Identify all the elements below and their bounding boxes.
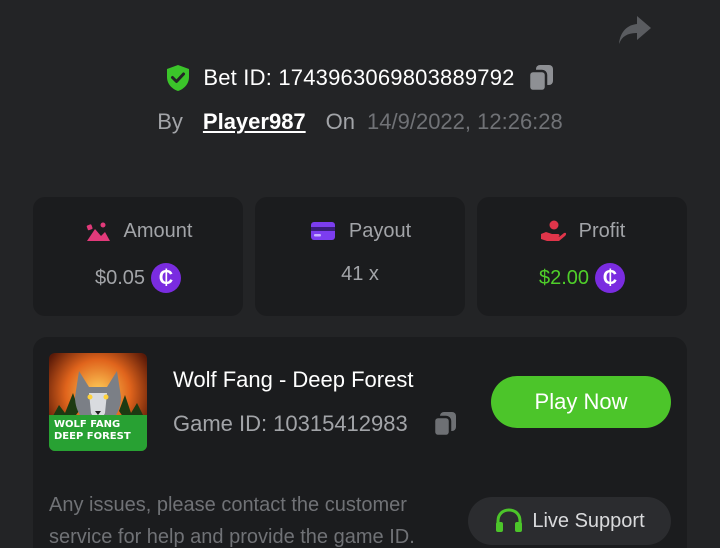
player-link[interactable]: Player987 bbox=[203, 109, 306, 135]
game-title: Wolf Fang - Deep Forest bbox=[173, 367, 414, 392]
bet-amount-icon bbox=[86, 222, 110, 241]
headset-icon bbox=[496, 508, 523, 532]
copy-icon[interactable] bbox=[527, 63, 555, 93]
profit-label: Profit bbox=[578, 219, 626, 242]
game-id-row: Game ID: 10315412983 bbox=[173, 410, 458, 438]
game-card: WOLF FANG DEEP FOREST Wolf Fang - Deep F… bbox=[33, 337, 687, 548]
payout-value: 41 x bbox=[341, 263, 379, 285]
coin-icon: ₵ bbox=[595, 263, 626, 293]
amount-header: Amount bbox=[33, 219, 243, 243]
by-label: By bbox=[157, 109, 183, 134]
profit-hand-icon bbox=[540, 220, 566, 241]
card-icon bbox=[310, 222, 335, 240]
payout-value-row: 41 x bbox=[255, 263, 465, 286]
share-icon[interactable] bbox=[617, 14, 653, 46]
thumbnail-title: WOLF FANG bbox=[54, 419, 121, 430]
game-thumbnail[interactable]: WOLF FANG DEEP FOREST bbox=[49, 353, 147, 451]
bet-id-text: Bet ID: 1743963069803889792 bbox=[203, 65, 514, 91]
bet-id-row: Bet ID: 1743963069803889792 bbox=[0, 62, 720, 94]
coin-icon: ₵ bbox=[151, 263, 182, 293]
play-now-button[interactable]: Play Now bbox=[491, 376, 671, 428]
bet-id-value: 1743963069803889792 bbox=[278, 65, 515, 90]
profit-value: $2.00 bbox=[538, 266, 590, 289]
bet-date: 14/9/2022, 12:26:28 bbox=[367, 109, 563, 134]
payout-header: Payout bbox=[255, 219, 465, 243]
bet-meta-row: By Player987 On 14/9/2022, 12:26:28 bbox=[0, 106, 720, 138]
thumbnail-subtitle: DEEP FOREST bbox=[54, 431, 131, 442]
game-id-label: Game ID: bbox=[173, 411, 268, 436]
payout-label: Payout bbox=[348, 219, 412, 242]
bet-id-label: Bet ID: bbox=[203, 65, 273, 90]
amount-label: Amount bbox=[123, 219, 193, 242]
live-support-label: Live Support bbox=[532, 509, 645, 532]
live-support-button[interactable]: Live Support bbox=[468, 497, 671, 545]
amount-value: $0.05 bbox=[94, 266, 146, 289]
payout-card: Payout 41 x bbox=[255, 197, 465, 316]
amount-card: Amount $0.05 ₵ bbox=[33, 197, 243, 316]
support-notice: Any issues, please contact the customer … bbox=[49, 494, 415, 548]
profit-header: Profit bbox=[477, 219, 687, 243]
profit-card: Profit $2.00 ₵ bbox=[477, 197, 687, 316]
on-label: On bbox=[325, 109, 356, 134]
profit-value-row: $2.00 ₵ bbox=[477, 263, 687, 293]
game-id-value: 10315412983 bbox=[273, 411, 408, 436]
copy-icon[interactable] bbox=[432, 410, 458, 438]
amount-value-row: $0.05 ₵ bbox=[33, 263, 243, 293]
thumbnail-caption: WOLF FANG DEEP FOREST bbox=[54, 419, 131, 443]
shield-check-icon bbox=[167, 65, 190, 91]
